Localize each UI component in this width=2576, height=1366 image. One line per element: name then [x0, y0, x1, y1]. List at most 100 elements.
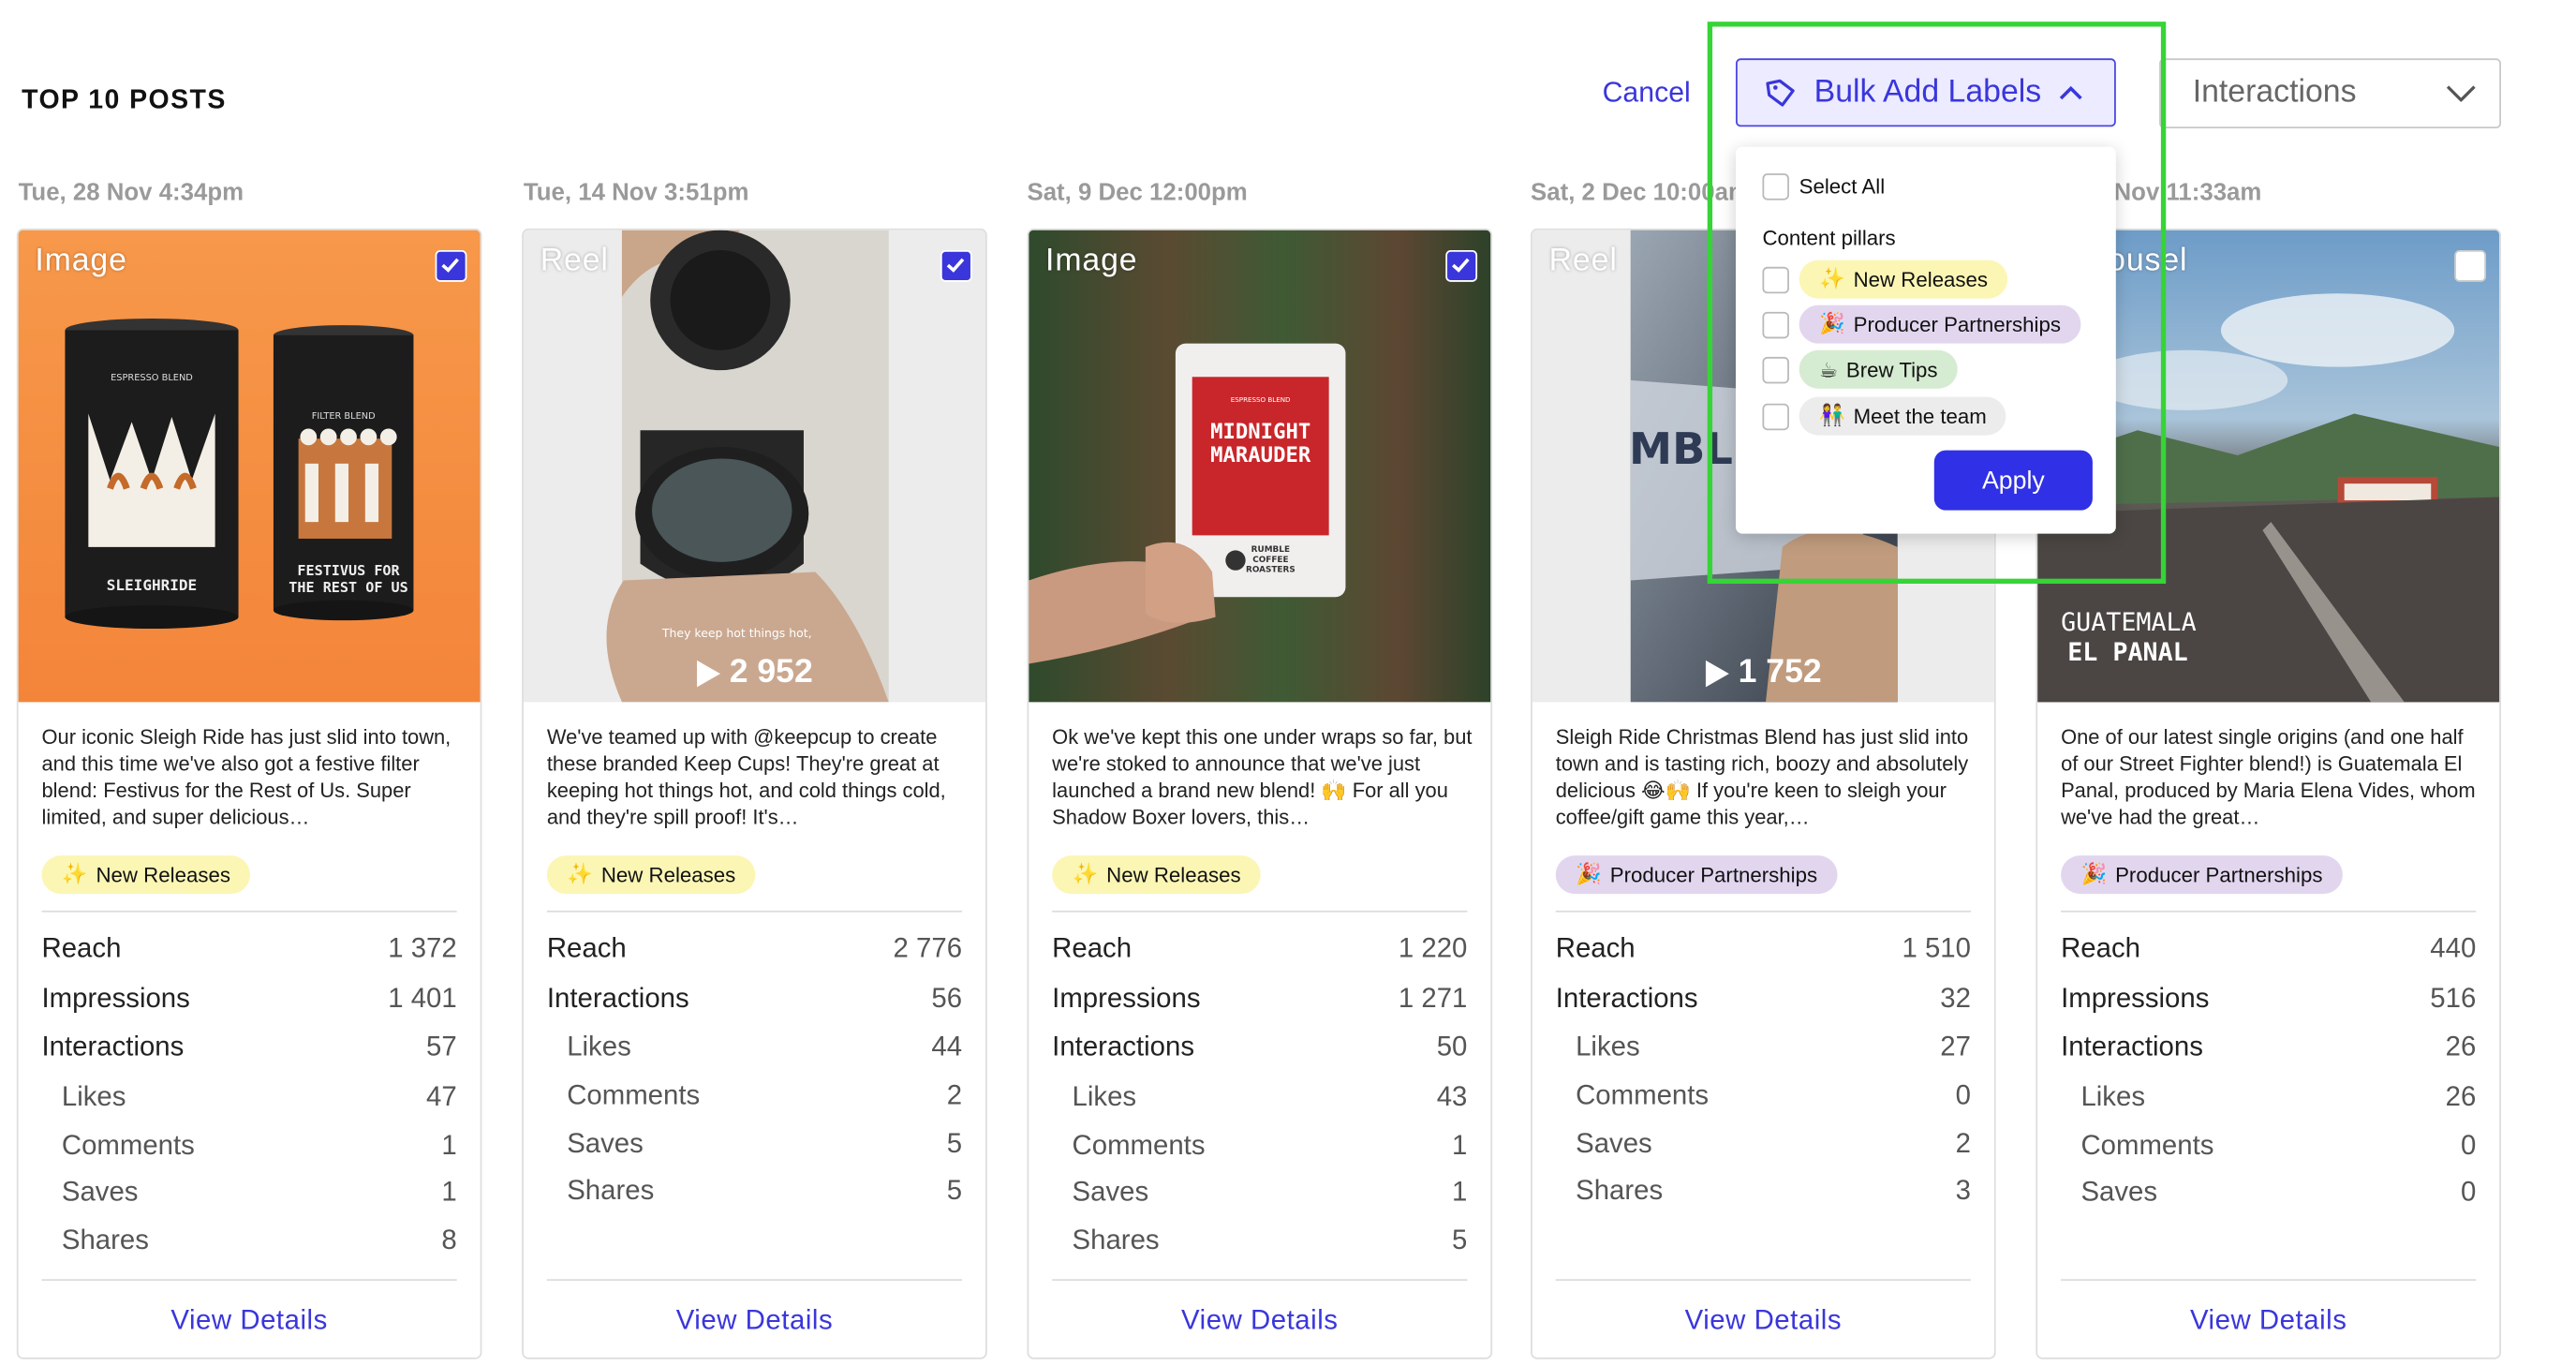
- bulk-add-labels-button[interactable]: Bulk Add Labels: [1735, 58, 2116, 127]
- post-label-text: Producer Partnerships: [2115, 863, 2323, 887]
- post-label[interactable]: ✨ New Releases: [546, 855, 756, 895]
- post-card: ESPRESSO BLEND MIDNIGHT MARAUDER RUMBLE …: [1027, 228, 1493, 1359]
- post-label[interactable]: ✨ New Releases: [41, 855, 251, 895]
- metric-row: Shares 3: [1576, 1175, 1971, 1206]
- divider: [1052, 910, 1468, 913]
- divider: [546, 910, 963, 913]
- label-checkbox[interactable]: [1762, 356, 1789, 383]
- metric-row: Interactions 56: [546, 984, 963, 1015]
- post-label-text: New Releases: [600, 863, 736, 887]
- video-overlay-text: They keep hot things hot,: [661, 626, 812, 640]
- post-label-text: Producer Partnerships: [1609, 863, 1818, 887]
- select-all-checkbox[interactable]: [1762, 173, 1789, 200]
- metric-row: Comments 1: [61, 1130, 457, 1161]
- post-label[interactable]: 🎉 Producer Partnerships: [2061, 855, 2343, 895]
- label-option-producer-partnerships[interactable]: 🎉 Producer Partnerships: [1762, 304, 2081, 344]
- coffee-bag-photo: ESPRESSO BLEND MIDNIGHT MARAUDER RUMBLE …: [1029, 343, 1346, 664]
- apply-button[interactable]: Apply: [1933, 450, 2093, 511]
- video-views: 2 952: [524, 654, 985, 692]
- divider: [41, 1279, 457, 1282]
- metric-row: Shares 5: [567, 1175, 963, 1206]
- post-image[interactable]: They keep hot things hot, Reel 2 952: [523, 230, 985, 703]
- label-pill: 👫 Meet the team: [1799, 396, 2007, 436]
- bulk-add-labels-label: Bulk Add Labels: [1814, 74, 2042, 110]
- checkmark-icon: [441, 258, 459, 273]
- divider: [1555, 910, 1971, 913]
- label-option-new-releases[interactable]: ✨ New Releases: [1762, 260, 2008, 299]
- play-icon: [1706, 659, 1730, 687]
- post-caption: We've teamed up with @keepcup to create …: [546, 725, 946, 829]
- post-select-checkbox[interactable]: [435, 250, 467, 282]
- metric-row: Interactions 50: [1052, 1032, 1468, 1062]
- sparkles-icon: ✨: [1818, 266, 1845, 290]
- view-details-link[interactable]: View Details: [524, 1306, 985, 1338]
- label-pill: ✨ New Releases: [1799, 260, 2008, 299]
- tin-text: SLEIGHRIDE: [107, 576, 197, 594]
- post-date: Sat, 2 Dec 10:00am: [1531, 180, 1750, 207]
- video-views: 1 752: [1532, 654, 1994, 692]
- metric-row: Reach 440: [2061, 933, 2477, 964]
- metric-row: Comments 2: [567, 1080, 963, 1111]
- sparkles-icon: ✨: [1072, 862, 1099, 886]
- label-checkbox[interactable]: [1762, 402, 1789, 430]
- divider: [1052, 1279, 1468, 1282]
- metric-row: Likes 26: [2080, 1082, 2477, 1113]
- view-details-link[interactable]: View Details: [1029, 1306, 1490, 1338]
- divider: [1555, 1279, 1971, 1282]
- party-popper-icon: 🎉: [2080, 862, 2108, 886]
- divider: [546, 1279, 963, 1282]
- label-text: Producer Partnerships: [1853, 312, 2061, 336]
- views-count: 2 952: [729, 653, 813, 690]
- metric-row: Likes 27: [1576, 1032, 1971, 1062]
- chevron-down-icon: [2446, 85, 2476, 102]
- reel-overlay-text: MBL: [1629, 423, 1733, 474]
- metric-row: Comments 0: [1576, 1080, 1971, 1111]
- metric-row: Interactions 26: [2061, 1032, 2477, 1062]
- people-icon: 👫: [1818, 403, 1845, 427]
- cancel-button[interactable]: Cancel: [1603, 77, 1691, 111]
- post-label[interactable]: ✨ New Releases: [1052, 855, 1261, 895]
- label-checkbox[interactable]: [1762, 310, 1789, 338]
- bag-text: ESPRESSO BLEND: [1231, 395, 1291, 404]
- post-label[interactable]: 🎉 Producer Partnerships: [1555, 855, 1838, 895]
- label-option-brew-tips[interactable]: ☕ Brew Tips: [1762, 349, 1958, 389]
- top-posts-view: TOP 10 POSTS Cancel Bulk Add Labels Inte…: [0, 0, 2576, 1366]
- label-option-meet-the-team[interactable]: 👫 Meet the team: [1762, 396, 2007, 436]
- label-checkbox[interactable]: [1762, 265, 1789, 293]
- keepcup-video-thumbnail: They keep hot things hot,: [606, 230, 889, 703]
- metric-row: Reach 2 776: [546, 933, 963, 964]
- view-details-link[interactable]: View Details: [1532, 1306, 1994, 1338]
- metric-row: Interactions 57: [41, 1032, 457, 1062]
- view-details-link[interactable]: View Details: [19, 1306, 481, 1338]
- post-select-checkbox[interactable]: [940, 250, 972, 282]
- sort-metric-select[interactable]: Interactions: [2159, 58, 2501, 129]
- post-caption: Our iconic Sleigh Ride has just slid int…: [41, 725, 452, 829]
- label-text: Brew Tips: [1845, 357, 1938, 381]
- post-type: Reel: [1548, 243, 1618, 279]
- post-select-checkbox[interactable]: [1445, 250, 1478, 282]
- post-caption: Ok we've kept this one under wraps so fa…: [1052, 725, 1473, 829]
- metric-row: Likes 44: [567, 1032, 963, 1062]
- post-image[interactable]: ESPRESSO BLEND MIDNIGHT MARAUDER RUMBLE …: [1029, 230, 1491, 703]
- divider: [2061, 910, 2477, 913]
- post-image[interactable]: ESPRESSO BLEND SLEIGHRIDE FILTER BLEND F…: [18, 230, 481, 703]
- metric-row: Saves 5: [567, 1129, 963, 1160]
- post-type: Reel: [540, 243, 609, 279]
- metric-row: Comments 0: [2080, 1130, 2477, 1161]
- bag-text: ROASTERS: [1246, 566, 1295, 575]
- metric-row: Impressions 516: [2061, 984, 2477, 1015]
- metric-row: Impressions 1 271: [1052, 984, 1468, 1015]
- post-select-checkbox[interactable]: [2454, 250, 2486, 282]
- party-popper-icon: 🎉: [1576, 862, 1602, 886]
- bag-text: COFFEE: [1252, 556, 1288, 565]
- sort-metric-value: Interactions: [2192, 75, 2357, 111]
- metric-row: Saves 0: [2080, 1177, 2477, 1208]
- checkmark-icon: [1452, 258, 1470, 273]
- view-details-link[interactable]: View Details: [2037, 1306, 2499, 1338]
- views-count: 1 752: [1738, 653, 1822, 690]
- bag-text: MARAUDER: [1210, 443, 1311, 468]
- coffee-icon: ☕: [1818, 358, 1838, 382]
- post-label-text: New Releases: [1106, 863, 1241, 887]
- select-all-row[interactable]: Select All: [1762, 173, 1885, 200]
- location-text: EL PANAL: [2067, 638, 2188, 667]
